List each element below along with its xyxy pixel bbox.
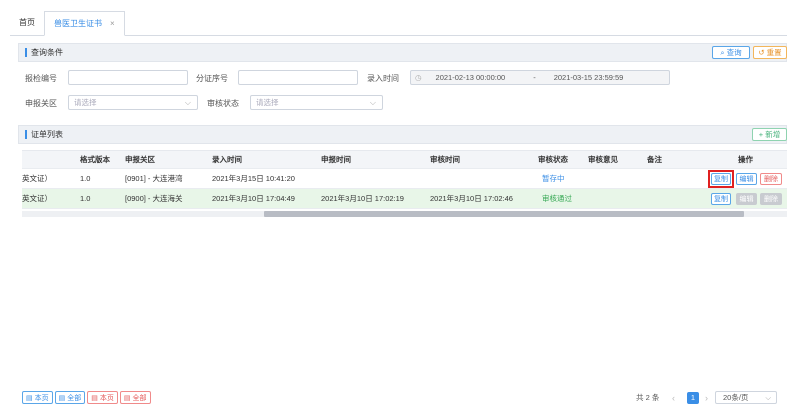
clock-icon: ◷	[415, 73, 422, 82]
page-size-value: 20条/页	[723, 393, 749, 402]
export-button-label: 全部	[67, 394, 82, 402]
add-button[interactable]: + 新增	[752, 128, 787, 141]
tab-bar: 首页 兽医卫生证书 ×	[10, 11, 787, 36]
edit-button[interactable]: 编辑	[736, 193, 757, 205]
search-button-label: 查询	[726, 48, 742, 57]
pagination-current-page[interactable]: 1	[687, 391, 699, 404]
pagination-total: 共 2 条	[636, 393, 660, 402]
export-pdf-page-button[interactable]: ▤ 本页	[87, 391, 118, 404]
cell-entry-time: 2021年3月15日 10:41:20	[212, 174, 295, 183]
col-audit-opinion: 审核意见	[588, 155, 618, 164]
highlight-box	[708, 170, 734, 188]
export-pdf-all-button[interactable]: ▤ 全部	[119, 391, 151, 404]
reset-icon: ↺	[758, 48, 765, 57]
col-remark: 备注	[647, 155, 662, 164]
status-badge: 审核通过	[542, 194, 572, 203]
section-marker	[25, 48, 27, 57]
tab-home[interactable]: 首页	[10, 10, 44, 35]
export-button-label: 本页	[34, 394, 49, 402]
horizontal-scrollbar[interactable]	[22, 211, 787, 217]
close-icon[interactable]: ×	[110, 19, 115, 28]
cell-customs: [0900] - 大连海关	[125, 194, 183, 203]
query-panel-header: 查询条件	[18, 43, 787, 62]
table-row[interactable]: 英文证） 1.0 [0900] - 大连海关 2021年3月10日 17:04:…	[22, 189, 787, 209]
delete-button[interactable]: 删除	[760, 193, 782, 205]
page-size-select[interactable]: 20条/页 ⌵	[715, 391, 777, 404]
col-version: 格式版本	[80, 155, 110, 164]
reset-button-label: 重置	[766, 48, 782, 57]
date-end[interactable]: 2021-03-15 23:59:59	[554, 73, 624, 82]
certificate-table: 格式版本 申报关区 录入时间 申报时间 审核时间 审核状态 审核意见 备注 操作…	[22, 150, 787, 209]
customs-label: 申报关区	[25, 99, 57, 108]
date-separator: -	[533, 73, 536, 82]
col-entry-time: 录入时间	[212, 155, 242, 164]
list-panel-header: 证单列表	[18, 125, 787, 144]
scrollbar-thumb[interactable]	[264, 211, 744, 217]
col-actions: 操作	[738, 155, 753, 164]
chevron-left-icon[interactable]: ‹	[672, 393, 675, 403]
query-panel-title: 查询条件	[31, 48, 63, 57]
chevron-down-icon: ⌵	[369, 98, 376, 107]
excel-icon: ▤	[58, 394, 66, 402]
status-select[interactable]: 请选择 ⌵	[250, 95, 383, 110]
report-no-label: 报检编号	[25, 74, 57, 83]
pdf-icon: ▤	[91, 394, 98, 402]
page: { "tabs": [ {"label": "首页"}, {"label": "…	[0, 0, 787, 407]
status-placeholder: 请选择	[256, 98, 279, 107]
cell-customs: [0901] - 大连港湾	[125, 174, 183, 183]
reset-button[interactable]: ↺ 重置	[753, 46, 787, 59]
cert-no-label: 分证序号	[196, 74, 228, 83]
tab-vet-certificate[interactable]: 兽医卫生证书 ×	[44, 11, 125, 36]
tab-home-label: 首页	[19, 18, 35, 27]
entry-time-range[interactable]: ◷ 2021-02-13 00:00:00 - 2021-03-15 23:59…	[410, 70, 670, 85]
delete-button[interactable]: 删除	[760, 173, 782, 185]
copy-button[interactable]: 复制	[711, 193, 731, 205]
cell-type: 英文证）	[22, 174, 52, 183]
col-declare-time: 申报时间	[321, 155, 351, 164]
list-panel-title: 证单列表	[31, 130, 63, 139]
export-button-label: 本页	[99, 394, 114, 402]
table-footer: ▤ 本页 ▤ 全部 ▤ 本页 ▤ 全部 共 2 条 ‹ 1 › 20条/页 ⌵	[22, 389, 787, 406]
status-label: 审核状态	[207, 99, 239, 108]
col-customs: 申报关区	[125, 155, 155, 164]
entry-time-label: 录入时间	[367, 74, 399, 83]
cell-version: 1.0	[80, 174, 91, 183]
pdf-icon: ▤	[123, 394, 131, 402]
date-start[interactable]: 2021-02-13 00:00:00	[436, 73, 506, 82]
excel-icon: ▤	[26, 394, 33, 402]
tab-vet-certificate-label: 兽医卫生证书	[54, 19, 102, 28]
section-marker	[25, 130, 27, 139]
chevron-right-icon[interactable]: ›	[705, 393, 708, 403]
cell-type: 英文证）	[22, 194, 52, 203]
export-excel-page-button[interactable]: ▤ 本页	[22, 391, 53, 404]
search-button[interactable]: ⌕ 查询	[712, 46, 750, 59]
cell-declare-time: 2021年3月10日 17:02:19	[321, 194, 404, 203]
col-audit-status: 审核状态	[538, 155, 568, 164]
status-badge: 暂存中	[542, 174, 565, 183]
table-header: 格式版本 申报关区 录入时间 申报时间 审核时间 审核状态 审核意见 备注 操作	[22, 151, 787, 169]
search-icon: ⌕	[720, 47, 725, 57]
cell-audit-time: 2021年3月10日 17:02:46	[430, 194, 513, 203]
edit-button[interactable]: 编辑	[736, 173, 757, 185]
customs-select[interactable]: 请选择 ⌵	[68, 95, 198, 110]
customs-placeholder: 请选择	[74, 98, 97, 107]
cell-version: 1.0	[80, 194, 91, 203]
cert-no-input[interactable]	[238, 70, 358, 85]
table-row[interactable]: 英文证） 1.0 [0901] - 大连港湾 2021年3月15日 10:41:…	[22, 169, 787, 189]
chevron-down-icon: ⌵	[765, 392, 771, 402]
cell-entry-time: 2021年3月10日 17:04:49	[212, 194, 295, 203]
chevron-down-icon: ⌵	[184, 98, 191, 107]
col-audit-time: 审核时间	[430, 155, 460, 164]
export-button-label: 全部	[132, 394, 147, 402]
export-excel-all-button[interactable]: ▤ 全部	[54, 391, 86, 404]
report-no-input[interactable]	[68, 70, 188, 85]
